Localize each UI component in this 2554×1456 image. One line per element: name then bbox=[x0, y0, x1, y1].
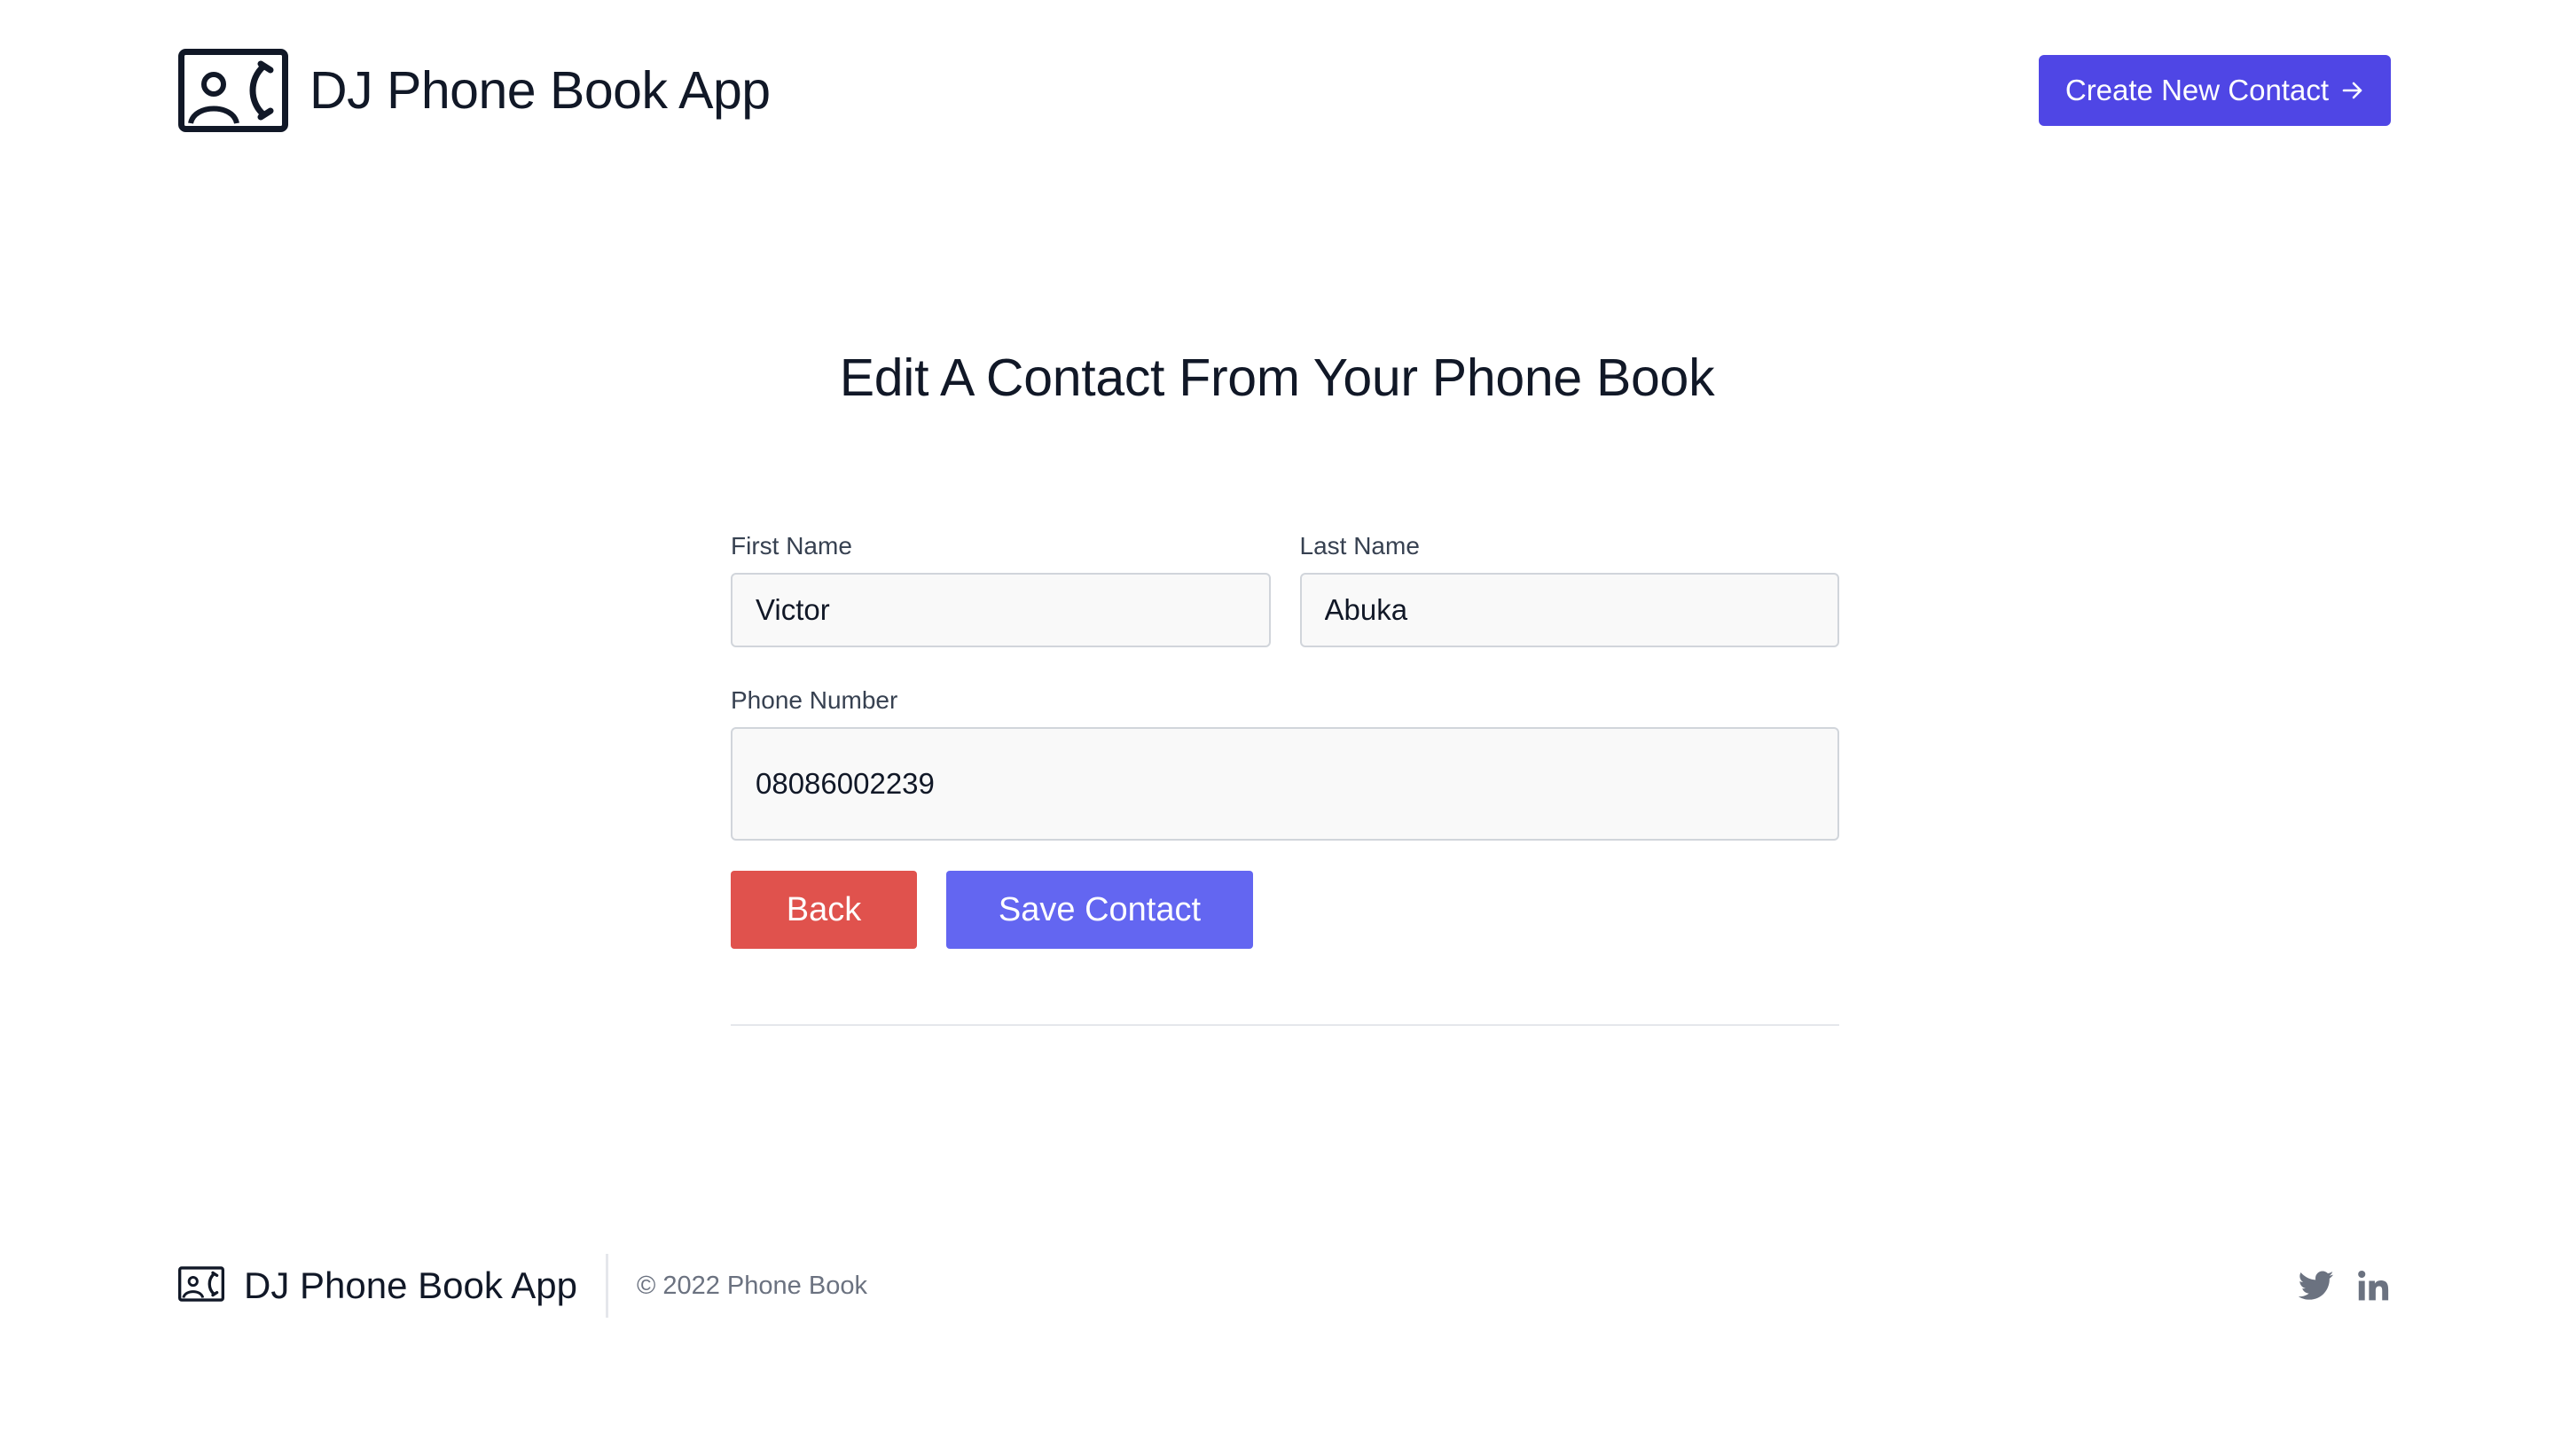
contact-card-phone-icon bbox=[178, 49, 288, 132]
footer-brand[interactable]: DJ Phone Book App bbox=[178, 1264, 577, 1307]
footer-separator bbox=[605, 1254, 608, 1318]
app-footer: DJ Phone Book App © 2022 Phone Book bbox=[178, 1252, 2391, 1319]
edit-contact-form: First Name Last Name Phone Number Back S… bbox=[731, 532, 1839, 949]
social-links bbox=[2299, 1270, 2391, 1302]
linkedin-link[interactable] bbox=[2357, 1270, 2391, 1302]
linkedin-icon bbox=[2357, 1270, 2391, 1302]
form-divider bbox=[731, 1024, 1839, 1026]
brand[interactable]: DJ Phone Book App bbox=[178, 49, 771, 132]
arrow-right-icon bbox=[2341, 79, 2364, 102]
phone-number-label: Phone Number bbox=[731, 686, 898, 714]
save-contact-button[interactable]: Save Contact bbox=[946, 871, 1253, 949]
form-actions: Back Save Contact bbox=[731, 871, 1839, 949]
last-name-input[interactable] bbox=[1299, 573, 1839, 647]
first-name-input[interactable] bbox=[731, 573, 1271, 647]
name-row: First Name Last Name bbox=[731, 532, 1839, 647]
phone-number-input[interactable] bbox=[731, 727, 1839, 841]
first-name-field: First Name bbox=[731, 532, 1271, 647]
back-button[interactable]: Back bbox=[731, 871, 917, 949]
footer-left: DJ Phone Book App © 2022 Phone Book bbox=[178, 1254, 867, 1318]
last-name-label: Last Name bbox=[1299, 532, 1420, 560]
first-name-label: First Name bbox=[731, 532, 852, 560]
twitter-link[interactable] bbox=[2299, 1271, 2334, 1301]
edit-contact-page: DJ Phone Book App Create New Contact Edi… bbox=[0, 0, 2554, 1456]
page-title: Edit A Contact From Your Phone Book bbox=[839, 348, 1715, 407]
copyright-text: © 2022 Phone Book bbox=[636, 1271, 867, 1300]
footer-brand-title: DJ Phone Book App bbox=[244, 1264, 577, 1306]
twitter-icon bbox=[2299, 1271, 2334, 1301]
create-new-contact-label: Create New Contact bbox=[2064, 74, 2329, 106]
phone-number-field: Phone Number bbox=[731, 686, 1839, 841]
app-header: DJ Phone Book App Create New Contact bbox=[178, 46, 2391, 135]
brand-title: DJ Phone Book App bbox=[309, 61, 771, 120]
create-new-contact-button[interactable]: Create New Contact bbox=[2038, 55, 2391, 126]
last-name-field: Last Name bbox=[1299, 532, 1839, 647]
contact-card-phone-icon bbox=[178, 1265, 224, 1306]
